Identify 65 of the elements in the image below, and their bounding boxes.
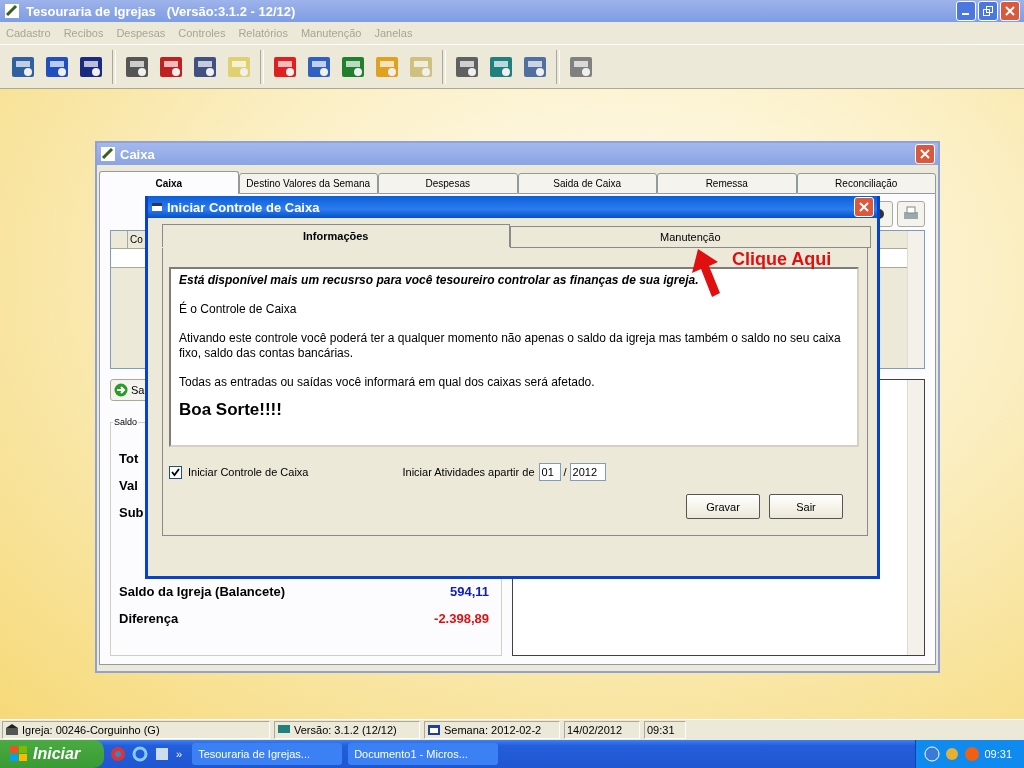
paragraph: Está disponível mais um recusrso para você tesoureiro controlar as finanças de sua igreja. [179, 273, 700, 288]
minimize-button[interactable] [956, 1, 976, 21]
tab[interactable]: Caixa [99, 171, 239, 194]
taskbar-button[interactable]: Tesouraria de Igrejas... [192, 743, 343, 765]
arrow-icon [114, 383, 128, 397]
status-text: Igreja: 00246-Corguinho (G) [22, 724, 160, 736]
paragraph: Todas as entradas ou saídas você informará em qual dos caixas será afetado. [179, 375, 596, 390]
annotation-text: Clique Aqui [732, 249, 832, 270]
window-title: Tesouraria de Igrejas (Versão:3.1.2 - 12/12) [26, 3, 296, 19]
close-button[interactable] [854, 197, 874, 217]
paragraph: Ativando este controle você poderá ter a qualquer momento não apenas o saldo da igreja mas também o saldo no seu caixa fixo, saldo das contas bancárias. [179, 331, 842, 361]
close-button[interactable] [1000, 1, 1020, 21]
restore-button[interactable] [978, 1, 998, 21]
close-icon [859, 202, 869, 212]
tray-icon[interactable] [924, 746, 941, 762]
text-area[interactable] [169, 267, 859, 447]
saldo-value: 594,11 [449, 584, 489, 599]
tab[interactable]: Saida de Caixa [517, 173, 657, 194]
saldo-label: Val [119, 478, 138, 493]
status-text: Versão: 3.1.2 (12/12) [294, 724, 397, 736]
status-text: 09:31 [644, 721, 686, 739]
calendar-icon [427, 724, 441, 736]
clock: 09:31 [984, 748, 1012, 760]
status-text: 14/02/2012 [564, 721, 640, 739]
print-button[interactable] [897, 201, 925, 227]
computer-icon [277, 724, 291, 736]
close-icon [920, 149, 930, 159]
saldo-value: -2.398,89 [434, 611, 489, 626]
restore-icon [983, 6, 993, 16]
dialog-button[interactable]: Gravar [686, 494, 760, 519]
date-separator: / [563, 466, 567, 478]
caixa-icon [100, 146, 116, 162]
group-label: Saldo [113, 417, 139, 427]
tab[interactable]: Reconciliação [796, 173, 936, 194]
church-icon [5, 724, 19, 736]
tab[interactable]: Manutenção [509, 226, 871, 248]
window-icon [151, 201, 163, 213]
tab[interactable]: Destino Valores da Semana [238, 173, 378, 194]
status-text: Semana: 2012-02-2 [444, 724, 542, 736]
taskbar-button[interactable]: Documento1 - Micros... [348, 743, 499, 765]
tab[interactable]: Informações [162, 224, 510, 247]
app-icon [4, 3, 20, 19]
paragraph: É o Controle de Caixa [179, 302, 298, 317]
year-field[interactable]: 2012 [569, 463, 606, 481]
saldo-label: Saldo da Igreja (Balancete) [119, 584, 286, 599]
dialog-button[interactable]: Sair [769, 494, 843, 519]
browser-icon[interactable] [154, 746, 170, 762]
more-chevron[interactable]: » [176, 748, 183, 760]
saldo-label: Diferença [119, 611, 179, 626]
dialog-title: Iniciar Controle de Caixa [167, 199, 320, 215]
checkbox-label: Iniciar Controle de Caixa [188, 466, 309, 478]
caixa-title: Caixa [120, 146, 155, 162]
paragraph: Boa Sorte!!!! [179, 400, 283, 420]
scrollbar[interactable] [907, 231, 924, 368]
browser-icon[interactable] [132, 746, 148, 762]
close-icon [1005, 6, 1015, 16]
tab[interactable]: Remessa [657, 173, 797, 194]
month-field[interactable]: 01 [538, 463, 561, 481]
tab[interactable]: Despesas [378, 173, 518, 194]
start-label: Iniciar Atividades apartir de [402, 466, 535, 478]
windows-logo [10, 746, 28, 762]
close-button[interactable] [915, 144, 935, 164]
checkbox[interactable] [169, 465, 182, 479]
saldo-label: Sub [119, 505, 144, 520]
saldo-label: Tot [119, 451, 139, 466]
